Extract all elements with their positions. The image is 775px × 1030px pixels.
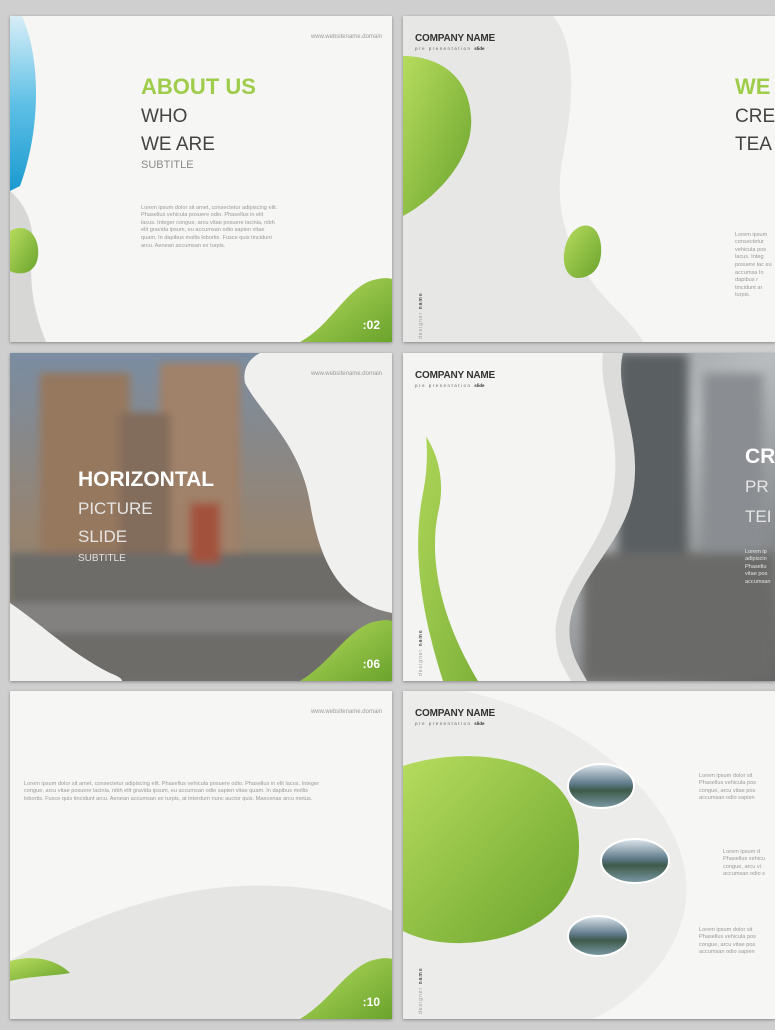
- slide-number: :02: [362, 318, 380, 332]
- slide-background-shapes: [10, 16, 392, 342]
- designer-name: name: [418, 292, 424, 310]
- company-name: COMPANY NAME: [415, 33, 496, 44]
- designer-prefix: designer: [418, 646, 424, 676]
- slide-number: :06: [362, 657, 380, 671]
- slide-heading-line1: CRE: [735, 106, 775, 127]
- slide-background-shapes: [10, 885, 392, 1019]
- company-name: COMPANY NAME: [415, 370, 496, 381]
- slide-heading-line2: PICTURE: [78, 499, 153, 518]
- slide-heading-line3: SLIDE: [78, 527, 128, 546]
- company-subtitle-text: pre presentation: [415, 383, 472, 388]
- body-text: Lorem ipsum consectetur vehicula pos lac…: [735, 231, 772, 299]
- designer-credit: designer name: [418, 292, 424, 339]
- slide-subtitle: SUBTITLE: [141, 159, 194, 171]
- website-url: www.websitename.domain: [310, 709, 382, 715]
- company-subtitle-text: pre presentation: [415, 721, 472, 726]
- designer-credit: designer name: [418, 967, 424, 1014]
- slide-creative-picture[interactable]: COMPANY NAME pre presentation slide desi…: [403, 353, 775, 681]
- slide-number: :10: [362, 995, 380, 1009]
- company-subtitle: pre presentation slide: [415, 46, 485, 51]
- slide-background-shapes: [403, 16, 643, 342]
- slide-background-shapes: [403, 353, 775, 681]
- body-text-3: Lorem ipsum dolor sit Phasellus vehicula…: [699, 926, 756, 956]
- website-url: www.websitename.domain: [310, 34, 382, 40]
- company-subtitle: pre presentation slide: [415, 383, 485, 388]
- slide-heading-line1: HORIZONTAL: [78, 468, 215, 491]
- blurred-city-photo: [10, 353, 392, 681]
- body-text: Lorem ip adipiscin Phasellu vitae pos ac…: [745, 548, 771, 585]
- body-text-2: Lorem ipsum d Phasellus vehicu congue, a…: [723, 848, 765, 878]
- company-subtitle-bold: slide: [474, 383, 485, 388]
- slide-title: WE: [735, 74, 771, 99]
- slide-heading-line3: TEI: [745, 507, 772, 526]
- body-text-1: Lorem ipsum dolor sit Phasellus vehicula…: [699, 772, 756, 802]
- slide-background-shapes: [403, 691, 687, 1019]
- designer-name: name: [418, 967, 424, 985]
- company-subtitle-bold: slide: [474, 721, 485, 726]
- slide-heading-line2: PR: [745, 477, 769, 496]
- body-text: Lorem ipsum dolor sit amet, consectetur …: [24, 780, 320, 802]
- slide-text-only[interactable]: www.websitename.domain Lorem ipsum dolor…: [10, 691, 392, 1019]
- slide-heading-line1: WHO: [141, 106, 188, 127]
- slide-horizontal-picture[interactable]: www.websitename.domain HORIZONTAL PICTUR…: [10, 353, 392, 681]
- company-subtitle-bold: slide: [474, 46, 485, 51]
- designer-credit: designer name: [418, 629, 424, 676]
- slide-heading-line1: CR: [745, 445, 775, 468]
- slide-about-us[interactable]: www.websitename.domain ABOUT US WHO WE A…: [10, 16, 392, 342]
- website-url: www.websitename.domain: [310, 371, 382, 377]
- company-subtitle: pre presentation slide: [415, 721, 485, 726]
- slide-heading-line2: TEA: [735, 134, 772, 155]
- company-name: COMPANY NAME: [415, 708, 496, 719]
- slide-title: ABOUT US: [141, 74, 256, 99]
- designer-prefix: designer: [418, 309, 424, 339]
- company-subtitle-text: pre presentation: [415, 46, 472, 51]
- slide-subtitle: SUBTITLE: [78, 553, 126, 564]
- designer-name: name: [418, 629, 424, 647]
- slide-heading-line2: WE ARE: [141, 134, 215, 155]
- body-text: Lorem ipsum dolor sit amet, consectetur …: [141, 204, 278, 249]
- slide-we-create-team[interactable]: COMPANY NAME pre presentation slide desi…: [403, 16, 775, 342]
- designer-prefix: designer: [418, 984, 424, 1014]
- slide-gallery[interactable]: COMPANY NAME pre presentation slide desi…: [403, 691, 775, 1019]
